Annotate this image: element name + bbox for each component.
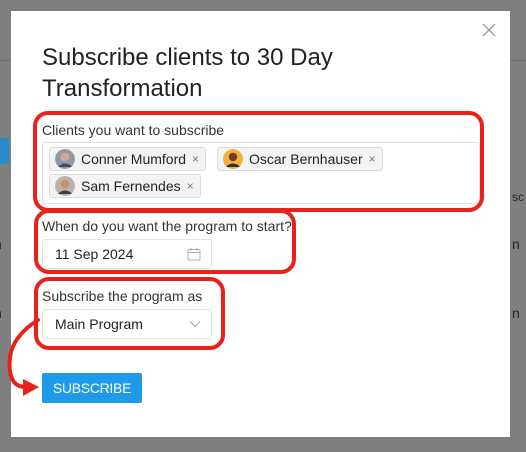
remove-client-button[interactable]: ×: [187, 179, 194, 193]
background-text: n: [0, 305, 2, 321]
subscribe-button[interactable]: SUBSCRIBE: [42, 373, 142, 403]
background-text: n: [512, 236, 520, 252]
clients-multiselect[interactable]: Conner Mumford × Oscar Bernhauser × Sam …: [42, 142, 480, 204]
client-name: Sam Fernendes: [81, 178, 181, 194]
remove-client-button[interactable]: ×: [192, 152, 199, 166]
client-tag: Sam Fernendes ×: [49, 174, 201, 198]
start-date-label: When do you want the program to start?: [42, 218, 292, 234]
program-label: Subscribe the program as: [42, 288, 203, 304]
client-tag: Conner Mumford ×: [49, 147, 207, 171]
avatar: [55, 176, 75, 196]
background-text: sc: [512, 190, 524, 204]
avatar: [223, 149, 243, 169]
avatar: [55, 149, 75, 169]
background-text: n: [0, 236, 2, 252]
background-divider: [510, 60, 526, 61]
client-name: Oscar Bernhauser: [249, 151, 363, 167]
chevron-down-icon: [189, 321, 201, 328]
client-name: Conner Mumford: [81, 151, 187, 167]
clients-label: Clients you want to subscribe: [42, 122, 225, 138]
remove-client-button[interactable]: ×: [369, 152, 376, 166]
background-tab: [0, 138, 9, 164]
calendar-icon[interactable]: [187, 247, 201, 261]
background-text: n: [512, 305, 520, 321]
start-date-input[interactable]: 11 Sep 2024: [42, 239, 212, 269]
program-select[interactable]: Main Program: [42, 309, 212, 339]
subscribe-modal: Subscribe clients to 30 Day Transformati…: [11, 11, 510, 437]
start-date-value: 11 Sep 2024: [55, 246, 134, 262]
close-icon[interactable]: [480, 21, 498, 39]
client-tag: Oscar Bernhauser ×: [217, 147, 383, 171]
modal-title: Subscribe clients to 30 Day Transformati…: [42, 44, 333, 102]
background-divider: [0, 60, 11, 61]
program-value: Main Program: [55, 316, 143, 332]
